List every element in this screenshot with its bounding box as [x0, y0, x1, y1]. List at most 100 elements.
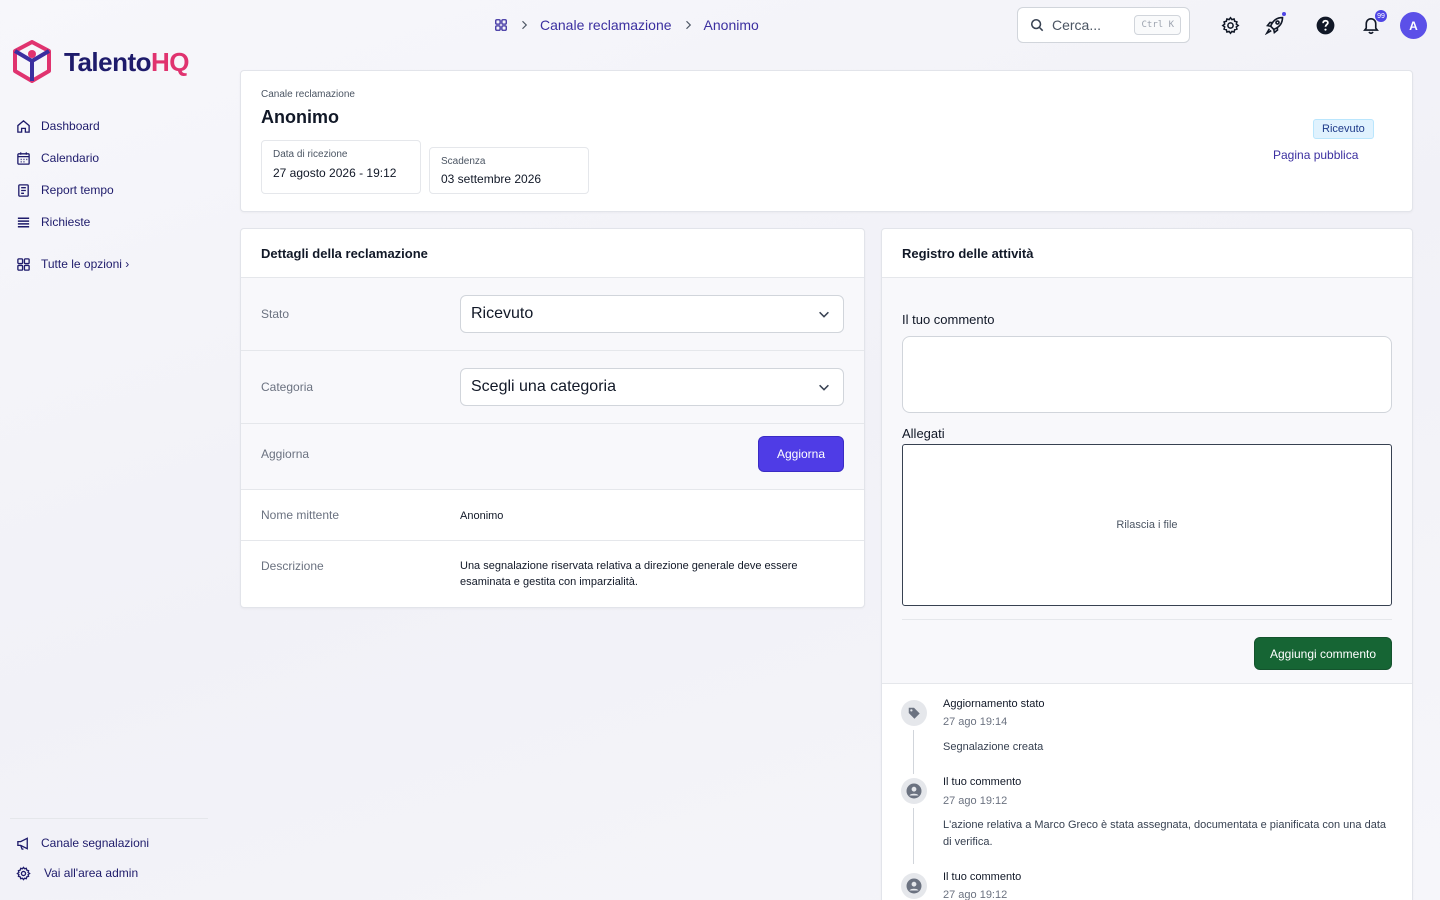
sidebar-item-label: Vai all'area admin	[44, 866, 139, 880]
activity-log-card: Registro delle attività Il tuo commento …	[881, 228, 1413, 900]
breadcrumb-link-canale[interactable]: Canale reclamazione	[540, 17, 672, 33]
sidebar-item-label: Dashboard	[41, 119, 100, 133]
launch-button[interactable]	[1264, 12, 1286, 36]
entry-title: Il tuo commento	[943, 776, 1022, 788]
entry-time: 27 ago 19:14	[943, 716, 1008, 728]
notification-count-badge: 99	[1375, 10, 1387, 22]
received-date-value: 27 agosto 2026 - 19:12	[273, 166, 397, 180]
update-button[interactable]: Aggiorna	[758, 436, 844, 472]
list-icon	[17, 217, 30, 227]
sender-value: Anonimo	[460, 510, 504, 522]
help-button[interactable]	[1314, 14, 1336, 36]
public-page-link[interactable]: Pagina pubblica	[1273, 148, 1358, 162]
complaint-header-card: Canale reclamazione Anonimo Data di rice…	[240, 70, 1413, 212]
search-placeholder: Cerca...	[1052, 17, 1102, 33]
category-row: Categoria Scegli una categoria	[241, 351, 864, 424]
sidebar-item-label: Tutte le opzioni ›	[41, 257, 130, 271]
all-options: Tutte le opzioni ›	[16, 248, 129, 280]
chevron-right-icon	[522, 20, 528, 30]
entry-text: L'azione relativa a Marco Greco è stata …	[943, 819, 1386, 848]
sidebar-item-canale-segnalazioni[interactable]: Canale segnalazioni	[16, 828, 149, 858]
logo[interactable]: TalentoHQ	[12, 40, 190, 84]
state-label: Stato	[261, 307, 290, 321]
sidebar-item-richieste[interactable]: Richieste	[16, 206, 114, 238]
comment-label: Il tuo commento	[902, 312, 995, 327]
search-shortcut: Ctrl K	[1134, 15, 1181, 35]
sidebar-item-label: Calendario	[41, 151, 100, 165]
description-label: Descrizione	[261, 559, 324, 573]
breadcrumb-current[interactable]: Anonimo	[704, 17, 759, 33]
gear-icon	[16, 865, 31, 881]
add-comment-button[interactable]: Aggiungi commento	[1254, 637, 1392, 670]
category-label: Categoria	[261, 380, 314, 394]
breadcrumb: Canale reclamazione Anonimo	[494, 14, 759, 36]
gear-icon	[1220, 16, 1240, 34]
description-value: Una segnalazione riservata relativa a di…	[460, 560, 798, 588]
category-select[interactable]: Scegli una categoria	[460, 368, 844, 406]
entry-title: Aggiornamento stato	[943, 698, 1045, 710]
help-icon	[1316, 16, 1334, 34]
received-date-box: Data di ricezione 27 agosto 2026 - 19:12	[261, 140, 421, 194]
activity-title: Registro delle attività	[882, 229, 1412, 278]
state-row: Stato Ricevuto	[241, 278, 864, 351]
entry-text: Segnalazione creata	[943, 741, 1044, 753]
deadline-label: Scadenza	[441, 156, 486, 167]
chevron-down-icon	[819, 384, 829, 391]
entry-time: 27 ago 19:12	[943, 889, 1008, 900]
update-dot	[1282, 12, 1286, 16]
grid-icon	[17, 257, 30, 271]
user-icon	[901, 778, 927, 804]
form-divider	[902, 619, 1392, 620]
avatar[interactable]: A	[1400, 12, 1427, 39]
rocket-icon	[1265, 16, 1284, 35]
description-row: Descrizione Una segnalazione riservata r…	[241, 541, 864, 607]
cube-logo-icon	[13, 40, 51, 83]
comment-form: Il tuo commento Allegati Rilascia i file…	[882, 278, 1412, 684]
home-icon	[17, 119, 30, 133]
state-select[interactable]: Ricevuto	[460, 295, 844, 333]
tag-icon	[901, 700, 927, 726]
complaint-details-card: Dettagli della reclamazione Stato Ricevu…	[240, 228, 865, 608]
sidebar-item-all-options[interactable]: Tutte le opzioni ›	[16, 248, 129, 280]
chevron-down-icon	[819, 311, 829, 318]
sidebar-divider	[10, 818, 208, 819]
received-date-label: Data di ricezione	[273, 149, 348, 160]
brand-name: TalentoHQ	[64, 46, 190, 77]
details-title: Dettagli della reclamazione	[241, 229, 864, 278]
sidebar-item-label: Richieste	[41, 215, 91, 229]
sidebar-item-label: Canale segnalazioni	[41, 836, 150, 850]
status-badge: Ricevuto	[1313, 119, 1374, 139]
sender-label: Nome mittente	[261, 508, 340, 522]
update-row: Aggiorna Aggiorna	[241, 424, 864, 490]
sidebar-item-calendario[interactable]: Calendario	[16, 142, 114, 174]
header-subtitle: Canale reclamazione	[261, 89, 355, 100]
search-icon	[1030, 18, 1044, 32]
settings-button[interactable]	[1219, 14, 1241, 36]
megaphone-icon	[17, 836, 28, 850]
sidebar-item-label: Report tempo	[41, 183, 114, 197]
state-select-value: Ricevuto	[471, 305, 534, 322]
report-icon	[18, 183, 29, 197]
entry-title: Il tuo commento	[943, 871, 1022, 883]
grid-icon[interactable]	[494, 18, 508, 32]
timeline-connector	[913, 730, 914, 774]
sidebar: TalentoHQ Dashboard Calendario Report te…	[0, 0, 210, 900]
deadline-box: Scadenza 03 settembre 2026	[429, 147, 589, 194]
sidebar-item-report-tempo[interactable]: Report tempo	[16, 174, 114, 206]
dropzone-text: Rilascia i file	[1116, 519, 1178, 531]
sidebar-nav: Dashboard Calendario Report tempo Richie…	[16, 110, 114, 238]
sidebar-item-admin[interactable]: Vai all'area admin	[16, 858, 149, 888]
chevron-right-icon	[685, 20, 691, 30]
timeline-connector	[913, 808, 914, 864]
sidebar-item-dashboard[interactable]: Dashboard	[16, 110, 114, 142]
update-label: Aggiorna	[261, 447, 310, 461]
file-dropzone[interactable]: Rilascia i file	[902, 444, 1392, 606]
category-select-value: Scegli una categoria	[471, 378, 616, 395]
calendar-icon	[17, 151, 30, 165]
user-icon	[901, 873, 927, 899]
search-input[interactable]: Cerca... Ctrl K	[1017, 7, 1190, 43]
comment-textarea[interactable]	[902, 336, 1392, 413]
sidebar-bottom-nav: Canale segnalazioni Vai all'area admin	[16, 828, 149, 888]
attachments-label: Allegati	[902, 426, 945, 441]
sender-row: Nome mittente Anonimo	[241, 490, 864, 541]
